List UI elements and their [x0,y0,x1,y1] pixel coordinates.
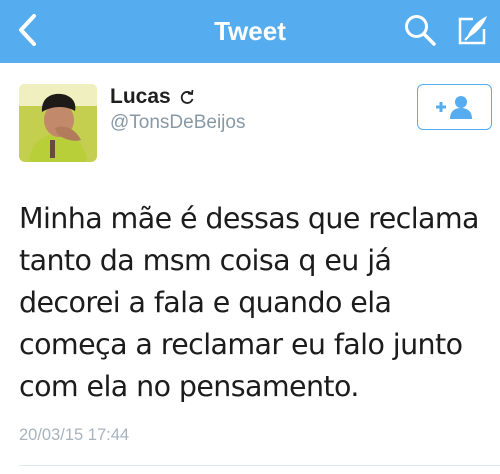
search-button[interactable] [400,10,440,50]
tweet-text-line: tanto da msm coisa q eu já [19,244,392,277]
divider [19,465,500,466]
back-button[interactable] [10,8,46,52]
navigation-bar: Tweet [0,0,500,63]
profile-photo [19,84,97,162]
author-handle[interactable]: @TonsDeBeijos [110,112,245,134]
follow-button[interactable] [417,84,492,130]
chevron-left-icon [19,14,36,46]
author-name-text: Lucas [110,85,171,108]
tweet-text-line: começa a reclamar eu falo junto [19,328,463,361]
compose-icon [458,16,487,45]
avatar[interactable] [19,84,97,162]
tweet-timestamp: 20/03/15 17:44 [19,426,130,444]
compose-button[interactable] [452,10,492,50]
tweet-text-line: com ela no pensamento. [19,370,359,403]
add-user-icon [435,96,472,119]
tweet-text-line: Minha mãe é dessas que reclama [19,202,480,235]
tweet-text: Minha mãe é dessas que reclama tanto da … [19,198,494,408]
retweet-icon [179,89,195,105]
author-name[interactable]: Lucas [110,85,195,109]
search-icon [405,15,436,46]
tweet-text-line: decorei a fala e quando ela [19,286,392,319]
